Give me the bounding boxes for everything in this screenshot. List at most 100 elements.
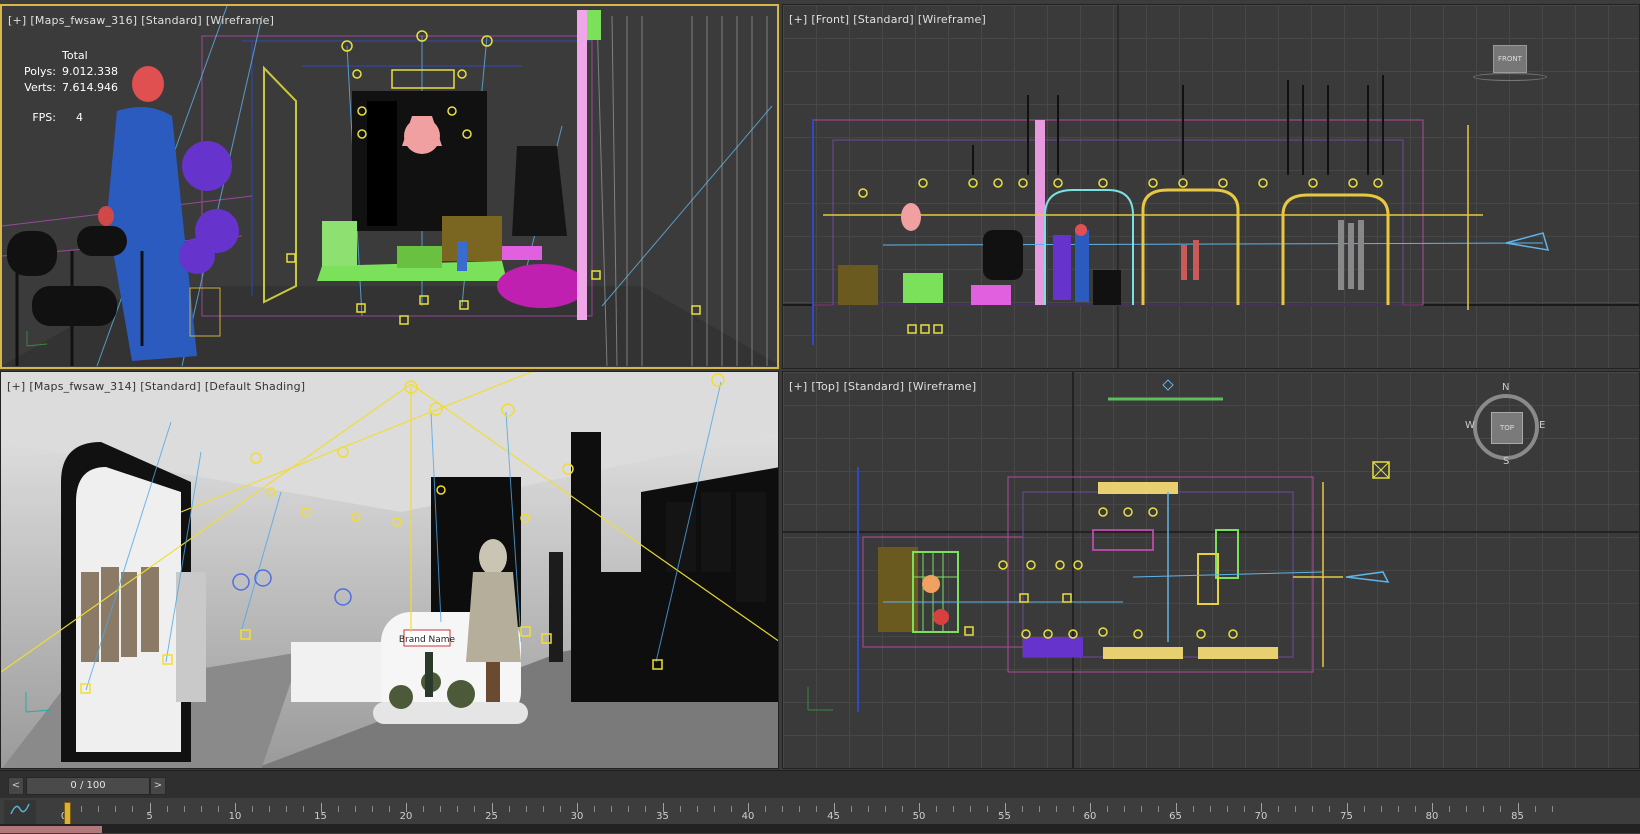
viewport-camera[interactable]: Brand Name [+] [Maps_fwsaw_314] [Standar… bbox=[0, 371, 779, 769]
timeline-tick-label: 70 bbox=[1254, 811, 1268, 822]
timeline-tick-label: 45 bbox=[827, 811, 840, 822]
timeline-tick bbox=[679, 806, 681, 812]
viewport-view-name[interactable]: [Front] bbox=[811, 13, 849, 26]
timeline-tick bbox=[286, 806, 288, 812]
stats-polys-label: Polys: bbox=[24, 65, 56, 78]
viewport-perspective[interactable]: [+] [Maps_fwsaw_316] [Standard] [Wireframe]… bbox=[0, 4, 779, 369]
timeline-tick bbox=[696, 806, 698, 812]
timeline-tick bbox=[1226, 806, 1228, 812]
viewport-mode[interactable]: [Standard] bbox=[140, 380, 201, 393]
stats-verts-label: Verts: bbox=[24, 81, 56, 94]
timeline-tick bbox=[1295, 806, 1297, 812]
timeline-tick bbox=[628, 806, 630, 812]
time-slider-prev-button[interactable]: < bbox=[8, 777, 24, 795]
timeline-tick-label: 10 bbox=[228, 811, 242, 822]
timeline-tick bbox=[337, 806, 339, 812]
timeline-tick bbox=[816, 806, 818, 812]
timeline-tick-label: 20 bbox=[399, 811, 413, 822]
timeline-tick bbox=[1192, 806, 1194, 812]
viewport-top[interactable]: [+] [Top] [Standard] [Wireframe] TOP N S… bbox=[782, 371, 1640, 769]
timeline-tick bbox=[713, 806, 715, 812]
track-bar-ticks[interactable]: 0510152025303540455055606570758085 bbox=[60, 798, 1640, 822]
perspective-scene[interactable] bbox=[2, 6, 779, 369]
time-slider[interactable]: 0 / 100 bbox=[26, 777, 150, 795]
timeline-tick bbox=[1158, 806, 1160, 812]
timeline-tick bbox=[217, 806, 219, 812]
next-label: > bbox=[153, 780, 163, 791]
compass-east[interactable]: E bbox=[1539, 420, 1545, 431]
timeline-tick bbox=[1534, 806, 1536, 812]
viewcube-ring bbox=[1473, 73, 1547, 81]
curve-icon-glyph bbox=[10, 803, 30, 815]
timeline-tick bbox=[1449, 806, 1451, 812]
viewport-menu-plus[interactable]: [+] bbox=[8, 14, 26, 27]
viewcube-compass[interactable]: TOP N S E W bbox=[1465, 382, 1545, 467]
viewport-view-name[interactable]: [Top] bbox=[811, 380, 839, 393]
timeline-tick bbox=[1397, 806, 1399, 812]
timeline-tick bbox=[508, 806, 510, 812]
status-strip-highlight bbox=[0, 826, 102, 833]
compass-north[interactable]: N bbox=[1502, 382, 1509, 393]
timeline-tick bbox=[1278, 806, 1280, 812]
timeline-tick bbox=[371, 806, 373, 812]
viewport-label[interactable]: [+] [Front] [Standard] [Wireframe] bbox=[789, 13, 990, 26]
timeline-tick bbox=[901, 806, 903, 812]
timeline-tick bbox=[799, 806, 801, 812]
viewport-front[interactable]: [+] [Front] [Standard] [Wireframe] FRONT bbox=[782, 4, 1640, 369]
timeline-tick bbox=[1209, 806, 1211, 812]
timeline-tick bbox=[1466, 806, 1468, 812]
playhead[interactable] bbox=[64, 802, 71, 826]
timeline-tick bbox=[388, 806, 390, 812]
curve-editor-icon[interactable] bbox=[4, 800, 36, 824]
viewcube[interactable]: FRONT bbox=[1493, 45, 1527, 73]
timeline-tick-label: 85 bbox=[1511, 811, 1524, 822]
timeline-tick bbox=[525, 806, 527, 812]
compass-south[interactable]: S bbox=[1503, 456, 1509, 467]
statistics-overlay: Total Polys: 9.012.338 Verts: 7.614.946 FP… bbox=[16, 48, 118, 126]
compass-west[interactable]: W bbox=[1465, 420, 1475, 431]
timeline-tick bbox=[200, 806, 202, 812]
viewport-camera-name[interactable]: [Maps_fwsaw_314] bbox=[29, 380, 136, 393]
viewport-shading[interactable]: [Default Shading] bbox=[205, 380, 305, 393]
viewport-shading[interactable]: [Wireframe] bbox=[918, 13, 986, 26]
timeline-tick bbox=[1312, 806, 1314, 812]
viewport-mode[interactable]: [Standard] bbox=[853, 13, 914, 26]
timeline-tick bbox=[782, 806, 784, 812]
viewport-mode[interactable]: [Standard] bbox=[844, 380, 905, 393]
timeline-tick-label: 25 bbox=[485, 811, 498, 822]
stats-fps-value: 4 bbox=[76, 111, 83, 124]
timeline-tick bbox=[884, 806, 886, 812]
viewport-label[interactable]: [+] [Top] [Standard] [Wireframe] bbox=[789, 380, 980, 393]
viewport-shading[interactable]: [Wireframe] bbox=[206, 14, 274, 27]
time-slider-next-button[interactable]: > bbox=[150, 777, 166, 795]
viewport-mode[interactable]: [Standard] bbox=[141, 14, 202, 27]
viewport-label[interactable]: [+] [Maps_fwsaw_316] [Standard] [Wireframe] bbox=[8, 14, 278, 27]
timeline-tick bbox=[1483, 806, 1485, 812]
camera-scene[interactable]: Brand Name bbox=[1, 372, 779, 769]
viewport-label[interactable]: [+] [Maps_fwsaw_314] [Standard] [Default Sh… bbox=[7, 380, 309, 393]
timeline-tick-label: 80 bbox=[1425, 811, 1439, 822]
timeline-tick bbox=[645, 806, 647, 812]
timeline-tick bbox=[850, 806, 852, 812]
timeline-tick bbox=[1038, 806, 1040, 812]
brand-sign-text: Brand Name bbox=[399, 635, 456, 645]
viewcube[interactable]: TOP bbox=[1491, 412, 1523, 444]
timeline-tick bbox=[1551, 806, 1553, 812]
timeline-tick bbox=[354, 806, 356, 812]
timeline-tick bbox=[1021, 806, 1023, 812]
timeline-tick bbox=[1243, 806, 1245, 812]
stats-total-label: Total bbox=[62, 49, 88, 62]
timeline-tick bbox=[98, 806, 100, 812]
viewport-menu-plus[interactable]: [+] bbox=[7, 380, 25, 393]
timeline-tick bbox=[457, 806, 459, 812]
viewport-menu-plus[interactable]: [+] bbox=[789, 380, 807, 393]
viewport-shading[interactable]: [Wireframe] bbox=[908, 380, 976, 393]
timeline-tick-label: 75 bbox=[1340, 811, 1353, 822]
timeline-tick-label: 5 bbox=[146, 811, 153, 822]
timeline-tick bbox=[594, 806, 596, 812]
viewcube-label: FRONT bbox=[1498, 55, 1522, 63]
viewport-menu-plus[interactable]: [+] bbox=[789, 13, 807, 26]
viewport-camera-name[interactable]: [Maps_fwsaw_316] bbox=[30, 14, 137, 27]
timeline-tick bbox=[252, 806, 254, 812]
timeline-tick bbox=[1329, 806, 1331, 812]
